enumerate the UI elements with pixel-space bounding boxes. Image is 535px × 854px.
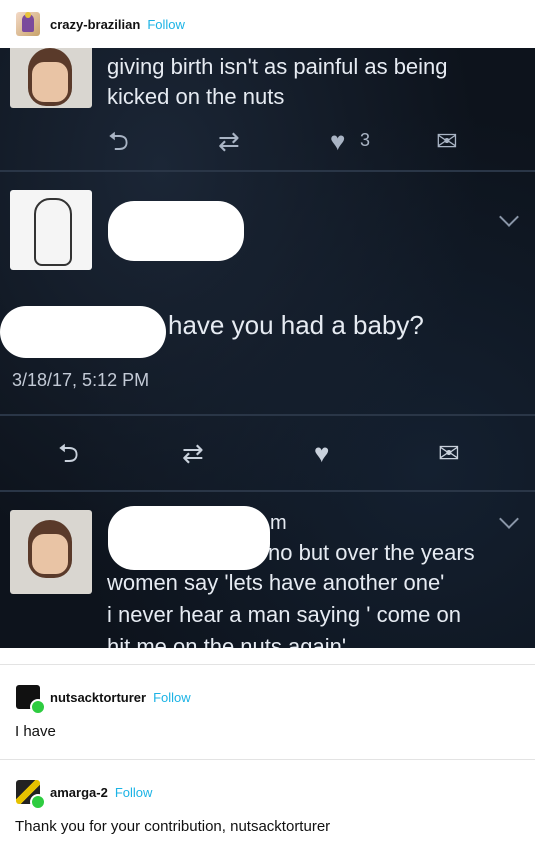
- tweet3-partial-name: m: [270, 512, 287, 534]
- tweet2-timestamp: 3/18/17, 5:12 PM: [12, 370, 150, 390]
- post-header: crazy-brazilian Follow: [0, 0, 535, 48]
- heart-icon: ♥: [330, 126, 346, 156]
- reblog-badge-icon: [30, 699, 46, 715]
- tweet1-avatar: [10, 48, 92, 108]
- retweet-icon: ⇄: [182, 438, 204, 468]
- follow-button[interactable]: Follow: [153, 690, 191, 705]
- reblog-author-name[interactable]: amarga-2: [50, 785, 108, 800]
- tweet-divider: [0, 414, 535, 416]
- reblog-author-name[interactable]: nutsacktorturer: [50, 690, 146, 705]
- avatar-crown-icon: [25, 12, 31, 18]
- tweet3-text-line2: women say 'lets have another one': [107, 570, 445, 595]
- post-author-name[interactable]: crazy-brazilian: [50, 17, 140, 32]
- reblog-entry: nutsacktorturer Follow I have: [0, 664, 535, 759]
- envelope-icon: ✉: [436, 126, 458, 156]
- redacted-name: [108, 506, 270, 570]
- tweet-divider: [0, 490, 535, 492]
- tweet1-text-line2: kicked on the nuts: [107, 84, 285, 109]
- tweet2-avatar: [10, 190, 92, 270]
- redacted-mention: [0, 306, 166, 358]
- redacted-name: [108, 201, 244, 261]
- follow-button[interactable]: Follow: [115, 785, 153, 800]
- reply-icon: ⮌: [108, 126, 129, 156]
- reblog-avatar[interactable]: [16, 685, 46, 715]
- reblog-text: Thank you for your contribution, nutsack…: [15, 818, 331, 835]
- reblog-avatar[interactable]: [16, 780, 46, 810]
- tweet3-text-line1: no but over the years: [268, 540, 475, 565]
- envelope-icon: ✉: [438, 438, 460, 468]
- reply-icon: ⮌: [58, 438, 79, 468]
- reblog-text: I have: [15, 723, 56, 740]
- follow-button[interactable]: Follow: [147, 17, 185, 32]
- tweet1-text-line1: giving birth isn't as painful as being: [107, 54, 448, 79]
- author-avatar[interactable]: [16, 12, 40, 36]
- tweet3-avatar: [10, 510, 92, 594]
- tweet3-text-line3: i never hear a man saying ' come on: [107, 602, 461, 627]
- post-image: giving birth isn't as painful as being k…: [0, 48, 535, 648]
- retweet-icon: ⇄: [218, 126, 240, 156]
- reblog-entry: amarga-2 Follow Thank you for your contr…: [0, 759, 535, 854]
- tweet2-text: have you had a baby?: [168, 310, 424, 340]
- tweet1-like-count: 3: [360, 130, 371, 150]
- heart-icon: ♥: [314, 438, 330, 468]
- reblog-badge-icon: [30, 794, 46, 810]
- tweet-divider: [0, 170, 535, 172]
- tweet3-text-line4: hit me on the nuts again': [107, 634, 347, 648]
